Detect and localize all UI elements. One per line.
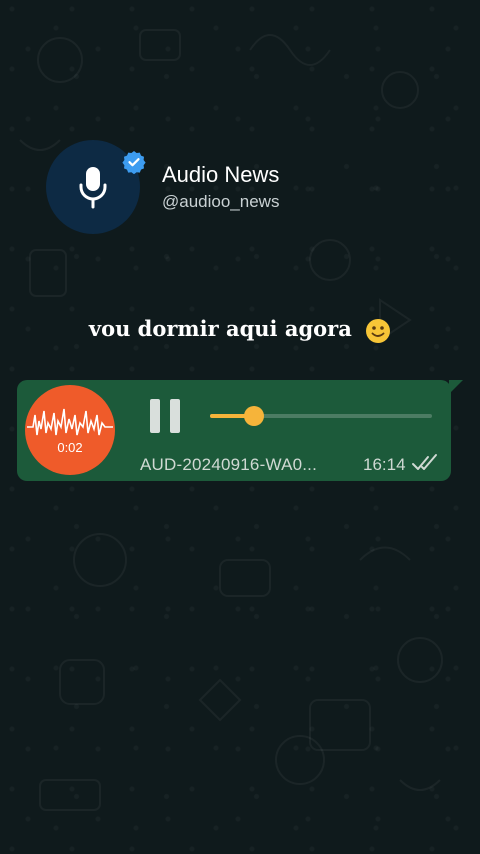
channel-name: Audio News	[162, 162, 280, 187]
channel-header[interactable]: Audio News @audioo_news	[46, 140, 279, 234]
pause-button[interactable]	[150, 399, 182, 437]
message-time: 16:14	[363, 455, 406, 474]
slightly-smiling-face-emoji	[366, 318, 391, 343]
pause-icon-bar	[170, 399, 180, 433]
audio-message-bubble[interactable]: 0:02 AUD-20240916-WA0... 16:14	[17, 380, 463, 481]
double-check-icon	[412, 454, 437, 470]
channel-info: Audio News @audioo_news	[162, 162, 279, 212]
audio-seek-handle[interactable]	[244, 406, 265, 426]
channel-handle: @audioo_news	[162, 192, 280, 211]
caption-text: vou dormir aqui agora	[88, 316, 352, 341]
audio-seek-slider[interactable]	[210, 406, 432, 426]
bubble-tail	[449, 380, 463, 394]
audio-waveform-thumbnail[interactable]: 0:02	[25, 385, 115, 475]
audio-duration: 0:02	[57, 440, 83, 455]
channel-avatar[interactable]	[46, 140, 146, 234]
microphone-icon	[79, 167, 107, 209]
pause-icon	[150, 399, 160, 433]
verified-badge-icon	[122, 151, 146, 174]
caption-text-container: vou dormir aqui agora	[0, 316, 480, 344]
waveform-icon	[27, 408, 113, 436]
audio-filename: AUD-20240916-WA0...	[140, 455, 318, 474]
